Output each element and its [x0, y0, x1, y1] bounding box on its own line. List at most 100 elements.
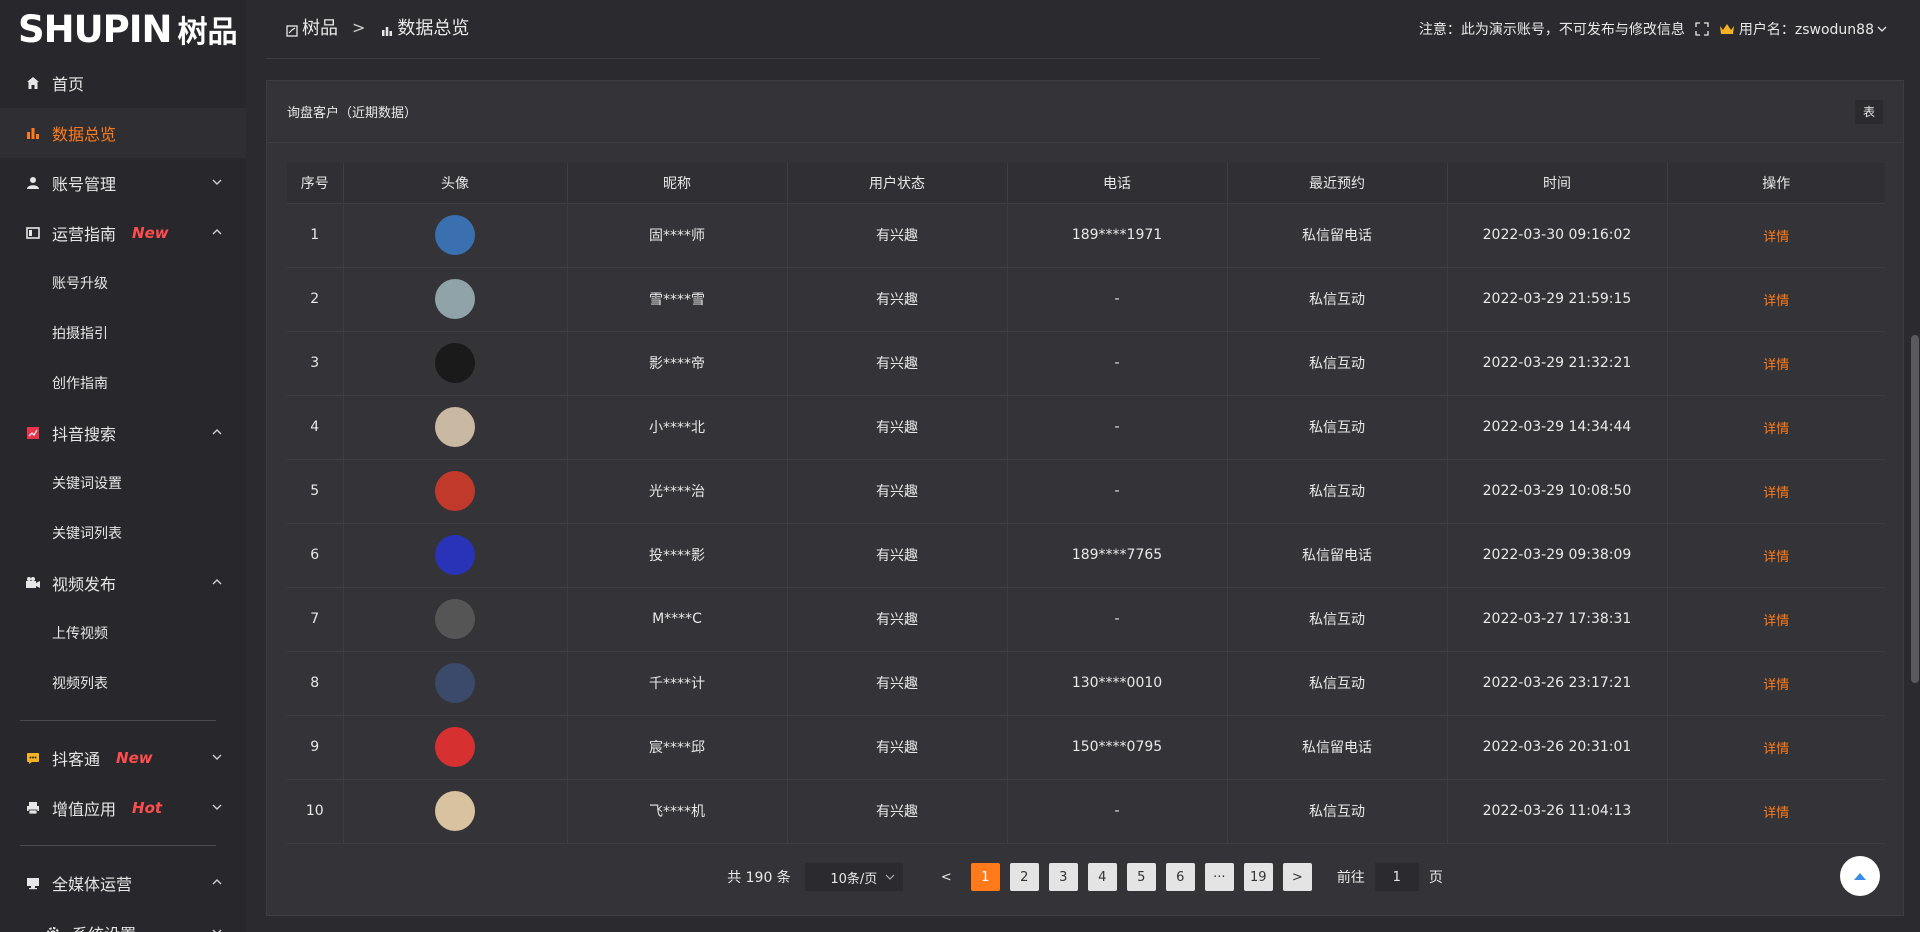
sidebar-item-doukeitong[interactable]: 抖客通 New: [0, 733, 246, 783]
header-right: 注意：此为演示账号，不可发布与修改信息 用户名：zswodun88: [1419, 19, 1888, 39]
card-title: 询盘客户（近期数据）: [287, 106, 418, 121]
sidebar-subitem-upload-video[interactable]: 上传视频: [0, 608, 246, 658]
page-button[interactable]: 5: [1126, 863, 1156, 891]
chevron-down-icon[interactable]: [1876, 23, 1888, 35]
breadcrumb: 树品 > 数据总览: [286, 14, 469, 40]
avatar[interactable]: [435, 407, 475, 447]
gear-icon: [44, 924, 62, 932]
table-row: 7 M****C 有兴趣 - 私信互动 2022-03-27 17:38:31 详情: [287, 587, 1885, 652]
phone: 189****1971: [1007, 203, 1228, 268]
detail-link[interactable]: 详情: [1763, 806, 1789, 821]
avatar[interactable]: [435, 599, 475, 639]
avatar[interactable]: [435, 727, 475, 767]
sidebar-subitem-creation[interactable]: 创作指南: [0, 358, 246, 408]
page-size-value: 10条/页: [830, 871, 878, 887]
sidebar-item-system-settings[interactable]: 系统设置: [0, 908, 246, 932]
sidebar-item-value-added[interactable]: 增值应用 Hot: [0, 783, 246, 833]
scrollbar-thumb[interactable]: [1911, 335, 1919, 683]
page-scrollbar[interactable]: [1910, 0, 1920, 932]
nickname: 雪****雪: [567, 267, 788, 332]
next-page-button[interactable]: >: [1282, 863, 1312, 891]
table-toggle-button[interactable]: 表: [1855, 99, 1883, 124]
user-status: 有兴趣: [787, 459, 1008, 524]
avatar[interactable]: [435, 215, 475, 255]
detail-link[interactable]: 详情: [1763, 550, 1789, 565]
avatar[interactable]: [435, 471, 475, 511]
detail-link[interactable]: 详情: [1763, 614, 1789, 629]
column-header: 序号: [287, 163, 344, 204]
time: 2022-03-26 11:04:13: [1447, 779, 1668, 844]
detail-link[interactable]: 详情: [1763, 358, 1789, 373]
avatar-cell: [343, 459, 568, 524]
avatar[interactable]: [435, 343, 475, 383]
detail-link[interactable]: 详情: [1763, 230, 1789, 245]
goto-page-input[interactable]: 1: [1374, 863, 1419, 891]
book-icon: [24, 224, 42, 242]
user-status: 有兴趣: [787, 523, 1008, 588]
action-cell: 详情: [1667, 651, 1885, 716]
sidebar-subitem-video-list[interactable]: 视频列表: [0, 658, 246, 708]
page-button[interactable]: 6: [1165, 863, 1195, 891]
sidebar-divider: [20, 720, 216, 721]
prev-page-button[interactable]: <: [932, 863, 961, 891]
breadcrumb-separator: >: [352, 17, 366, 37]
sidebar-item-account[interactable]: 账号管理: [0, 158, 246, 208]
page-button[interactable]: 4: [1087, 863, 1117, 891]
sidebar-item-video-publish[interactable]: 视频发布: [0, 558, 246, 608]
action-cell: 详情: [1667, 267, 1885, 332]
detail-link[interactable]: 详情: [1763, 678, 1789, 693]
row-index: 2: [287, 267, 344, 332]
fullscreen-icon[interactable]: [1695, 22, 1709, 36]
sidebar-item-label: 运营指南: [52, 225, 117, 244]
detail-link[interactable]: 详情: [1763, 294, 1789, 309]
avatar[interactable]: [435, 535, 475, 575]
breadcrumb-item-home[interactable]: 树品: [302, 14, 338, 40]
sidebar-subitem-keyword-list[interactable]: 关键词列表: [0, 508, 246, 558]
user-status: 有兴趣: [787, 395, 1008, 460]
hot-badge: Hot: [132, 799, 163, 817]
row-index: 9: [287, 715, 344, 780]
sidebar-item-data-overview[interactable]: 数据总览: [0, 108, 246, 158]
sidebar-item-all-media[interactable]: 全媒体运营: [0, 858, 246, 908]
user-status: 有兴趣: [787, 331, 1008, 396]
row-index: 5: [287, 459, 344, 524]
user-menu[interactable]: 用户名：zswodun88: [1739, 19, 1874, 39]
more-pages-button[interactable]: ···: [1204, 863, 1234, 891]
time: 2022-03-29 09:38:09: [1447, 523, 1668, 588]
back-to-top-button[interactable]: [1840, 856, 1880, 896]
recent-booking: 私信留电话: [1227, 715, 1448, 780]
user-status: 有兴趣: [787, 779, 1008, 844]
avatar[interactable]: [435, 791, 475, 831]
page-button[interactable]: 2: [1009, 863, 1039, 891]
nickname: 千****计: [567, 651, 788, 716]
sidebar-item-douyin-search[interactable]: 抖音搜索: [0, 408, 246, 458]
bar-chart-icon: [24, 124, 42, 142]
nickname: 投****影: [567, 523, 788, 588]
home-icon: [24, 74, 42, 92]
recent-booking: 私信互动: [1227, 459, 1448, 524]
sidebar-subitem-upgrade[interactable]: 账号升级: [0, 258, 246, 308]
logo[interactable]: SHUPIN 树品: [0, 0, 246, 58]
detail-link[interactable]: 详情: [1763, 422, 1789, 437]
new-badge: New: [132, 224, 169, 242]
page-button[interactable]: 3: [1048, 863, 1078, 891]
sidebar-item-guide[interactable]: 运营指南 New: [0, 208, 246, 258]
avatar[interactable]: [435, 663, 475, 703]
chevron-up-icon: [212, 429, 222, 435]
column-header: 昵称: [567, 163, 788, 204]
page-button[interactable]: 1: [970, 863, 1000, 891]
page-button[interactable]: 19: [1243, 863, 1273, 891]
avatar[interactable]: [435, 279, 475, 319]
goto-suffix: 页: [1428, 870, 1443, 886]
nickname: 飞****机: [567, 779, 788, 844]
table-row: 6 投****影 有兴趣 189****7765 私信留电话 2022-03-29 09:…: [287, 523, 1885, 588]
sidebar-subitem-keyword-settings[interactable]: 关键词设置: [0, 458, 246, 508]
detail-link[interactable]: 详情: [1763, 486, 1789, 501]
sidebar-item-label: 全媒体运营: [52, 875, 133, 894]
sidebar-subitem-shooting[interactable]: 拍摄指引: [0, 308, 246, 358]
detail-link[interactable]: 详情: [1763, 742, 1789, 757]
sidebar-item-home[interactable]: 首页: [0, 58, 246, 108]
goto-page: 前往 1 页: [1337, 863, 1443, 891]
page-size-select[interactable]: 10条/页: [804, 863, 903, 891]
table-header-row: 序号 头像 昵称 用户状态 电话 最近预约 时间 操作: [287, 163, 1885, 204]
